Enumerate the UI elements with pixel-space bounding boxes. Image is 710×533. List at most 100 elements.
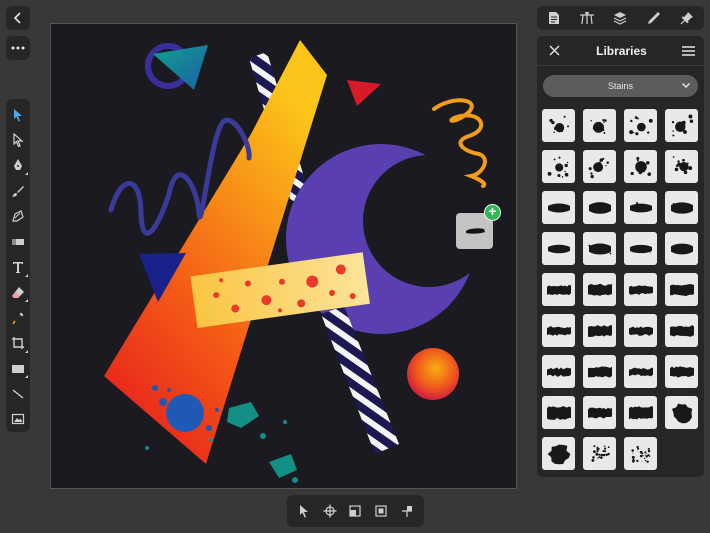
close-button[interactable] — [547, 44, 561, 58]
move-tool[interactable] — [6, 102, 30, 127]
brush-preview-icon — [628, 326, 653, 336]
eyedropper-tool[interactable] — [6, 305, 30, 330]
brush-preview-icon — [546, 366, 571, 377]
splatter-brush-5[interactable] — [542, 150, 575, 183]
brush-preview-icon — [547, 156, 568, 178]
blot-brush-1[interactable] — [665, 396, 698, 429]
bounding-box-button[interactable] — [369, 499, 393, 523]
rough-brush-7[interactable] — [624, 314, 657, 347]
rough-brush-8[interactable] — [665, 314, 698, 347]
menu-button[interactable] — [682, 44, 696, 58]
brush-preview-icon — [669, 283, 694, 296]
transform-origin-button[interactable] — [318, 499, 342, 523]
rough-brush-3[interactable] — [624, 273, 657, 306]
eraser-icon — [12, 287, 24, 299]
add-icon[interactable]: + — [484, 204, 501, 221]
rough-brush-2[interactable] — [583, 273, 616, 306]
rough-brush-13[interactable] — [542, 396, 575, 429]
snapping-button[interactable] — [343, 499, 367, 523]
streak-brush-2[interactable] — [583, 191, 616, 224]
libraries-panel: Libraries Stains — [537, 36, 704, 477]
brush-preview-icon — [546, 325, 571, 336]
brush-preview-icon — [590, 444, 610, 462]
pen-tool[interactable] — [6, 153, 30, 178]
brush-grid — [542, 109, 699, 470]
tab-document[interactable] — [541, 6, 567, 30]
eraser-tool[interactable] — [6, 280, 30, 305]
streak-brush-3[interactable] — [624, 191, 657, 224]
streak-brush-5[interactable] — [542, 232, 575, 265]
splatter-brush-4[interactable] — [665, 109, 698, 142]
more-button[interactable] — [6, 36, 30, 60]
crop-tool[interactable] — [6, 331, 30, 356]
fill-icon — [12, 210, 24, 222]
tab-pin[interactable] — [674, 6, 700, 30]
back-button[interactable] — [6, 6, 30, 30]
streak-brush-1[interactable] — [542, 191, 575, 224]
streak-brush-8[interactable] — [665, 232, 698, 265]
rough-brush-11[interactable] — [624, 355, 657, 388]
line-tool[interactable] — [6, 381, 30, 406]
snap-icon — [349, 505, 362, 517]
brush-preview-icon — [629, 201, 652, 212]
rough-brush-6[interactable] — [583, 314, 616, 347]
node-icon — [13, 133, 24, 148]
rough-brush-14[interactable] — [583, 396, 616, 429]
gradient-tool[interactable] — [6, 229, 30, 254]
node-tool[interactable] — [6, 127, 30, 152]
streak-brush-6[interactable] — [583, 232, 616, 265]
pencil-icon — [647, 12, 660, 24]
move-icon — [14, 108, 22, 122]
splatter-brush-2[interactable] — [583, 109, 616, 142]
splatter-brush-3[interactable] — [624, 109, 657, 142]
tab-pencil[interactable] — [641, 6, 667, 30]
brush-preview-icon — [630, 445, 650, 463]
select-behind-button[interactable] — [292, 499, 316, 523]
splatter-brush-6[interactable] — [583, 150, 616, 183]
rough-brush-9[interactable] — [542, 355, 575, 388]
brush-icon — [580, 12, 595, 25]
speckle-brush-2[interactable] — [624, 437, 657, 470]
libraries-title: Libraries — [596, 43, 647, 58]
splatter-brush-8[interactable] — [665, 150, 698, 183]
fill-tool[interactable] — [6, 204, 30, 229]
streak-brush-4[interactable] — [665, 191, 698, 224]
brush-preview-icon — [589, 118, 607, 134]
artwork — [104, 40, 487, 483]
rough-brush-1[interactable] — [542, 273, 575, 306]
crosshair-icon — [323, 504, 337, 518]
text-tool[interactable] — [6, 254, 30, 279]
brush-preview-icon — [587, 283, 612, 296]
splatter-brush-1[interactable] — [542, 109, 575, 142]
context-toolbar — [287, 495, 424, 527]
brush-preview-icon — [547, 244, 570, 253]
line-icon — [12, 389, 24, 399]
rough-brush-5[interactable] — [542, 314, 575, 347]
layers-icon — [614, 12, 627, 25]
streak-brush-7[interactable] — [624, 232, 657, 265]
brush-preview-icon — [671, 114, 693, 137]
rectangle-tool[interactable] — [6, 356, 30, 381]
rough-brush-4[interactable] — [665, 273, 698, 306]
splatter-brush-7[interactable] — [624, 150, 657, 183]
brush-preview-icon — [670, 243, 693, 254]
libraries-header: Libraries — [537, 36, 704, 66]
document-canvas[interactable] — [50, 23, 517, 489]
chevron-left-icon — [13, 12, 21, 24]
place-image-tool[interactable] — [6, 407, 30, 432]
blot-brush-2[interactable] — [542, 437, 575, 470]
studio-tabs — [537, 6, 704, 30]
tab-brushes[interactable] — [574, 6, 600, 30]
brush-preview-icon — [670, 201, 693, 214]
pen-icon — [14, 159, 22, 171]
rough-brush-12[interactable] — [665, 355, 698, 388]
align-button[interactable] — [395, 499, 419, 523]
pin-icon — [680, 12, 694, 25]
rough-brush-10[interactable] — [583, 355, 616, 388]
rough-brush-15[interactable] — [624, 396, 657, 429]
tab-layers[interactable] — [607, 6, 633, 30]
category-dropdown[interactable]: Stains — [543, 75, 698, 97]
text-icon — [13, 262, 23, 274]
brush-tool[interactable] — [6, 178, 30, 203]
speckle-brush-1[interactable] — [583, 437, 616, 470]
